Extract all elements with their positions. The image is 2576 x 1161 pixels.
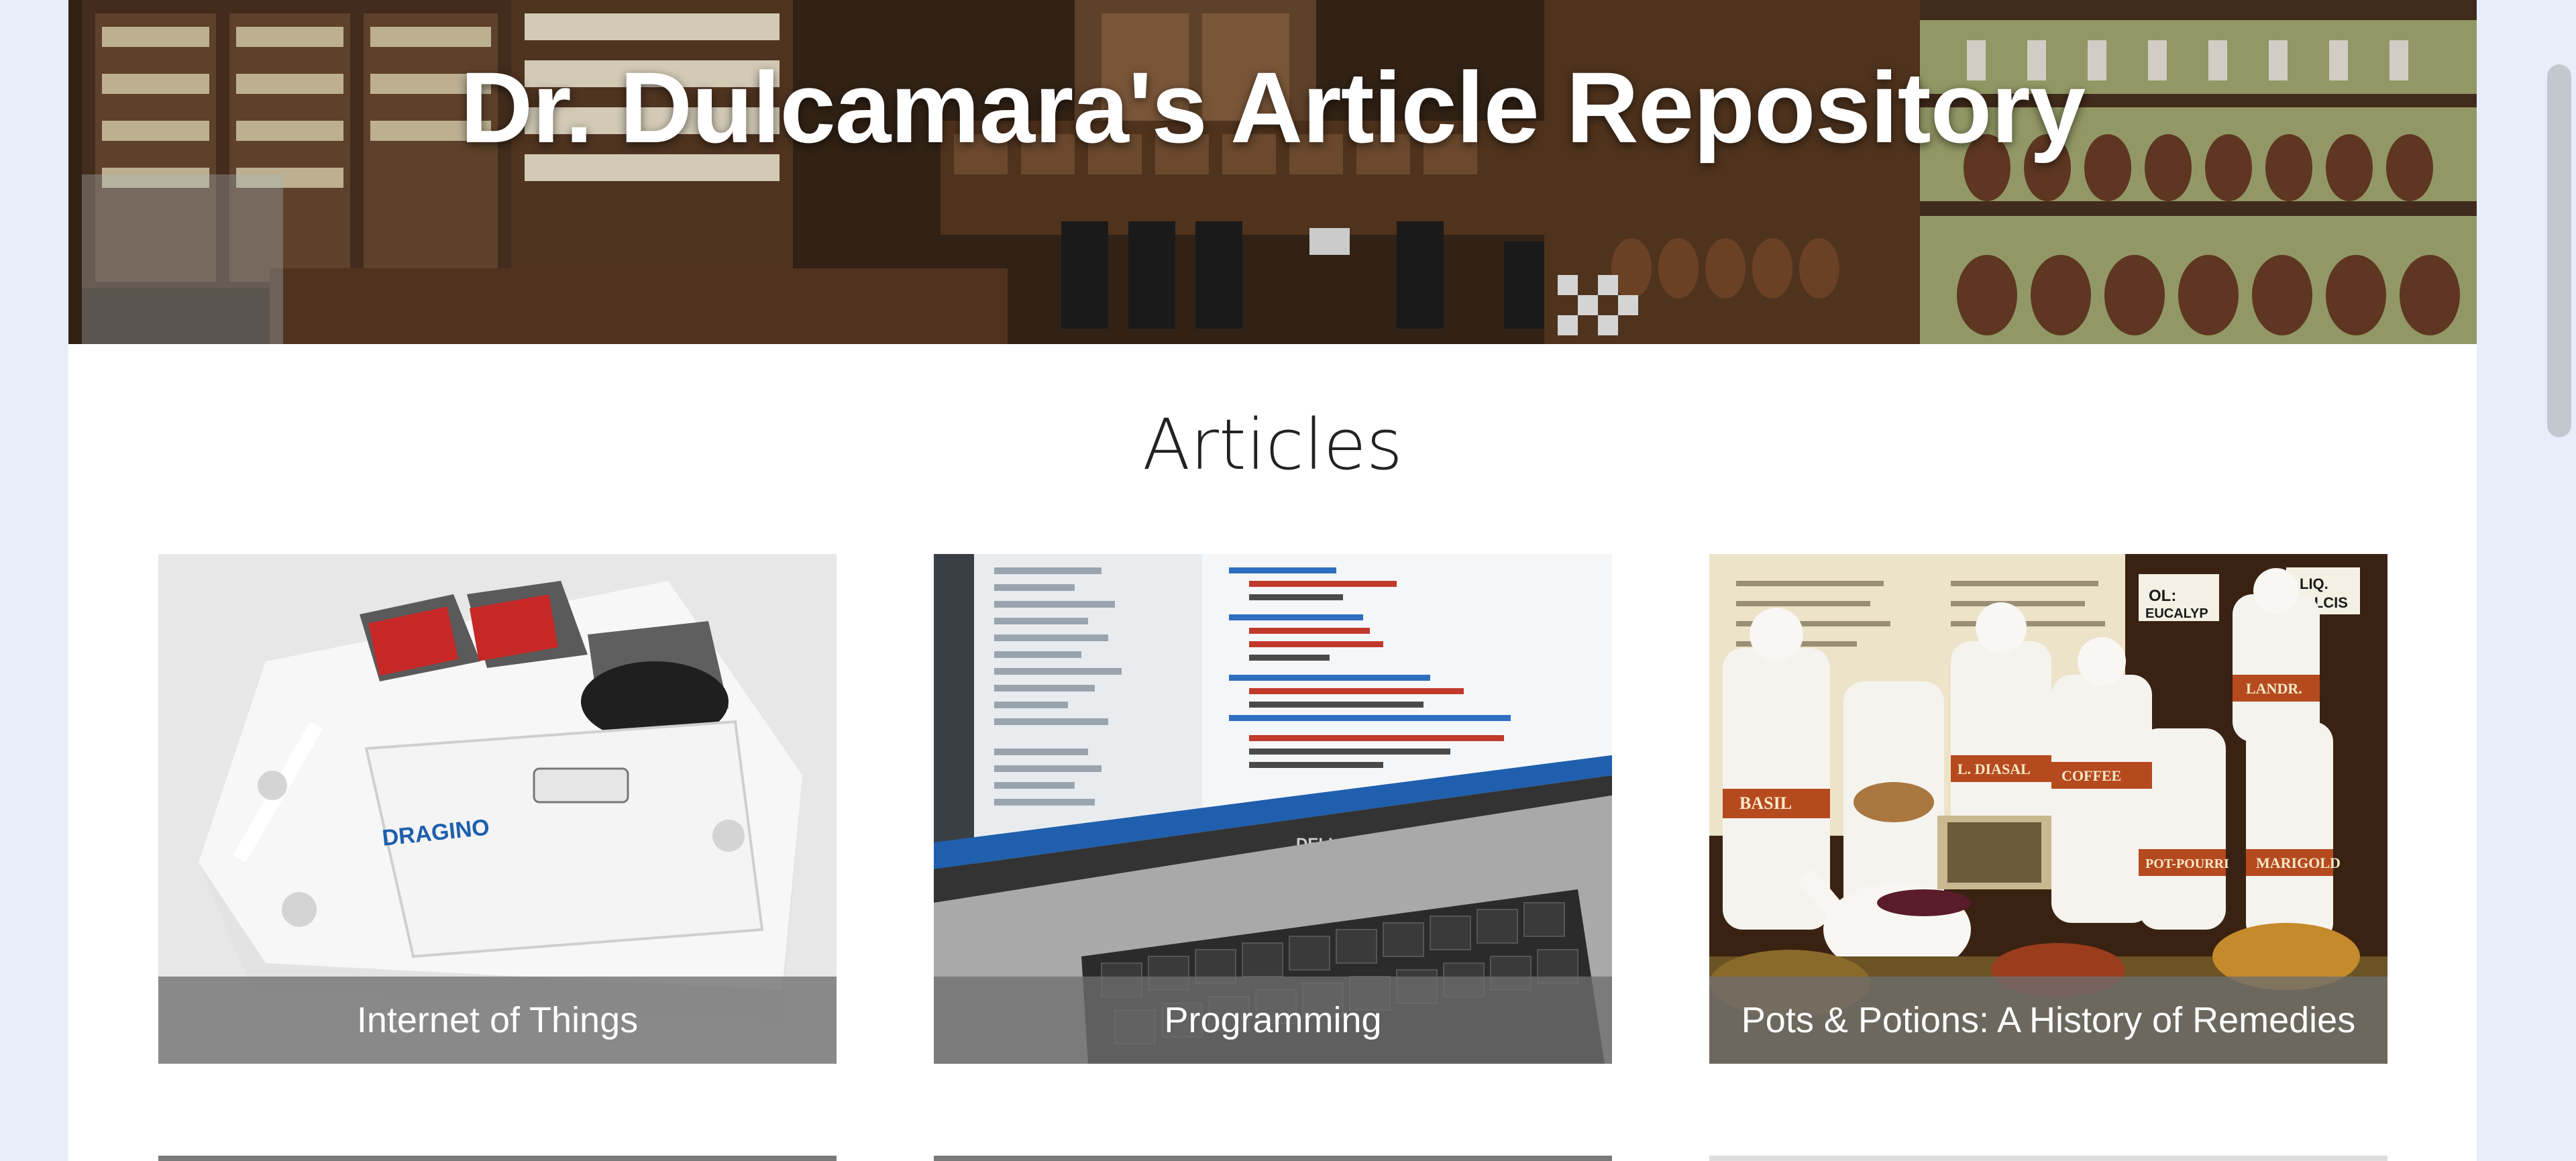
article-card-label: Programming <box>934 977 1612 1064</box>
article-card-pots-and-potions[interactable]: OL: EUCALYP LIQ. CALCIS BASIL L. DIASAL … <box>1709 554 2387 1064</box>
site-title: Dr. Dulcamara's Article Repository <box>460 51 2086 164</box>
article-card-internet-of-things[interactable]: DRAGINO Internet of Things <box>158 554 837 1064</box>
article-card-row2-1[interactable] <box>158 1156 837 1161</box>
svg-text:OL:: OL: <box>2149 587 2176 605</box>
article-card-label: Internet of Things <box>158 977 837 1064</box>
article-card-row2-3[interactable] <box>1709 1156 2387 1161</box>
article-card-row2-2[interactable] <box>934 1156 1612 1161</box>
scrollbar-thumb[interactable] <box>2547 64 2571 437</box>
svg-text:BASIL: BASIL <box>1739 793 1792 813</box>
svg-text:LANDR.: LANDR. <box>2246 680 2302 697</box>
article-card-programming[interactable]: DELL <box>934 554 1612 1064</box>
article-card-label: Pots & Potions: A History of Remedies <box>1709 977 2387 1064</box>
svg-text:EUCALYP: EUCALYP <box>2145 606 2208 621</box>
svg-text:COFFEE: COFFEE <box>2061 767 2121 784</box>
svg-text:L. DIASAL: L. DIASAL <box>1957 761 2031 777</box>
page-content: Dr. Dulcamara's Article Repository Artic… <box>68 0 2477 1161</box>
svg-text:MARIGOLD: MARIGOLD <box>2256 854 2341 871</box>
articles-heading: Articles <box>1142 404 1403 486</box>
header-banner: Dr. Dulcamara's Article Repository <box>68 0 2477 344</box>
svg-text:LIQ.: LIQ. <box>2300 575 2328 592</box>
svg-text:POT-POURRI: POT-POURRI <box>2145 856 2229 871</box>
